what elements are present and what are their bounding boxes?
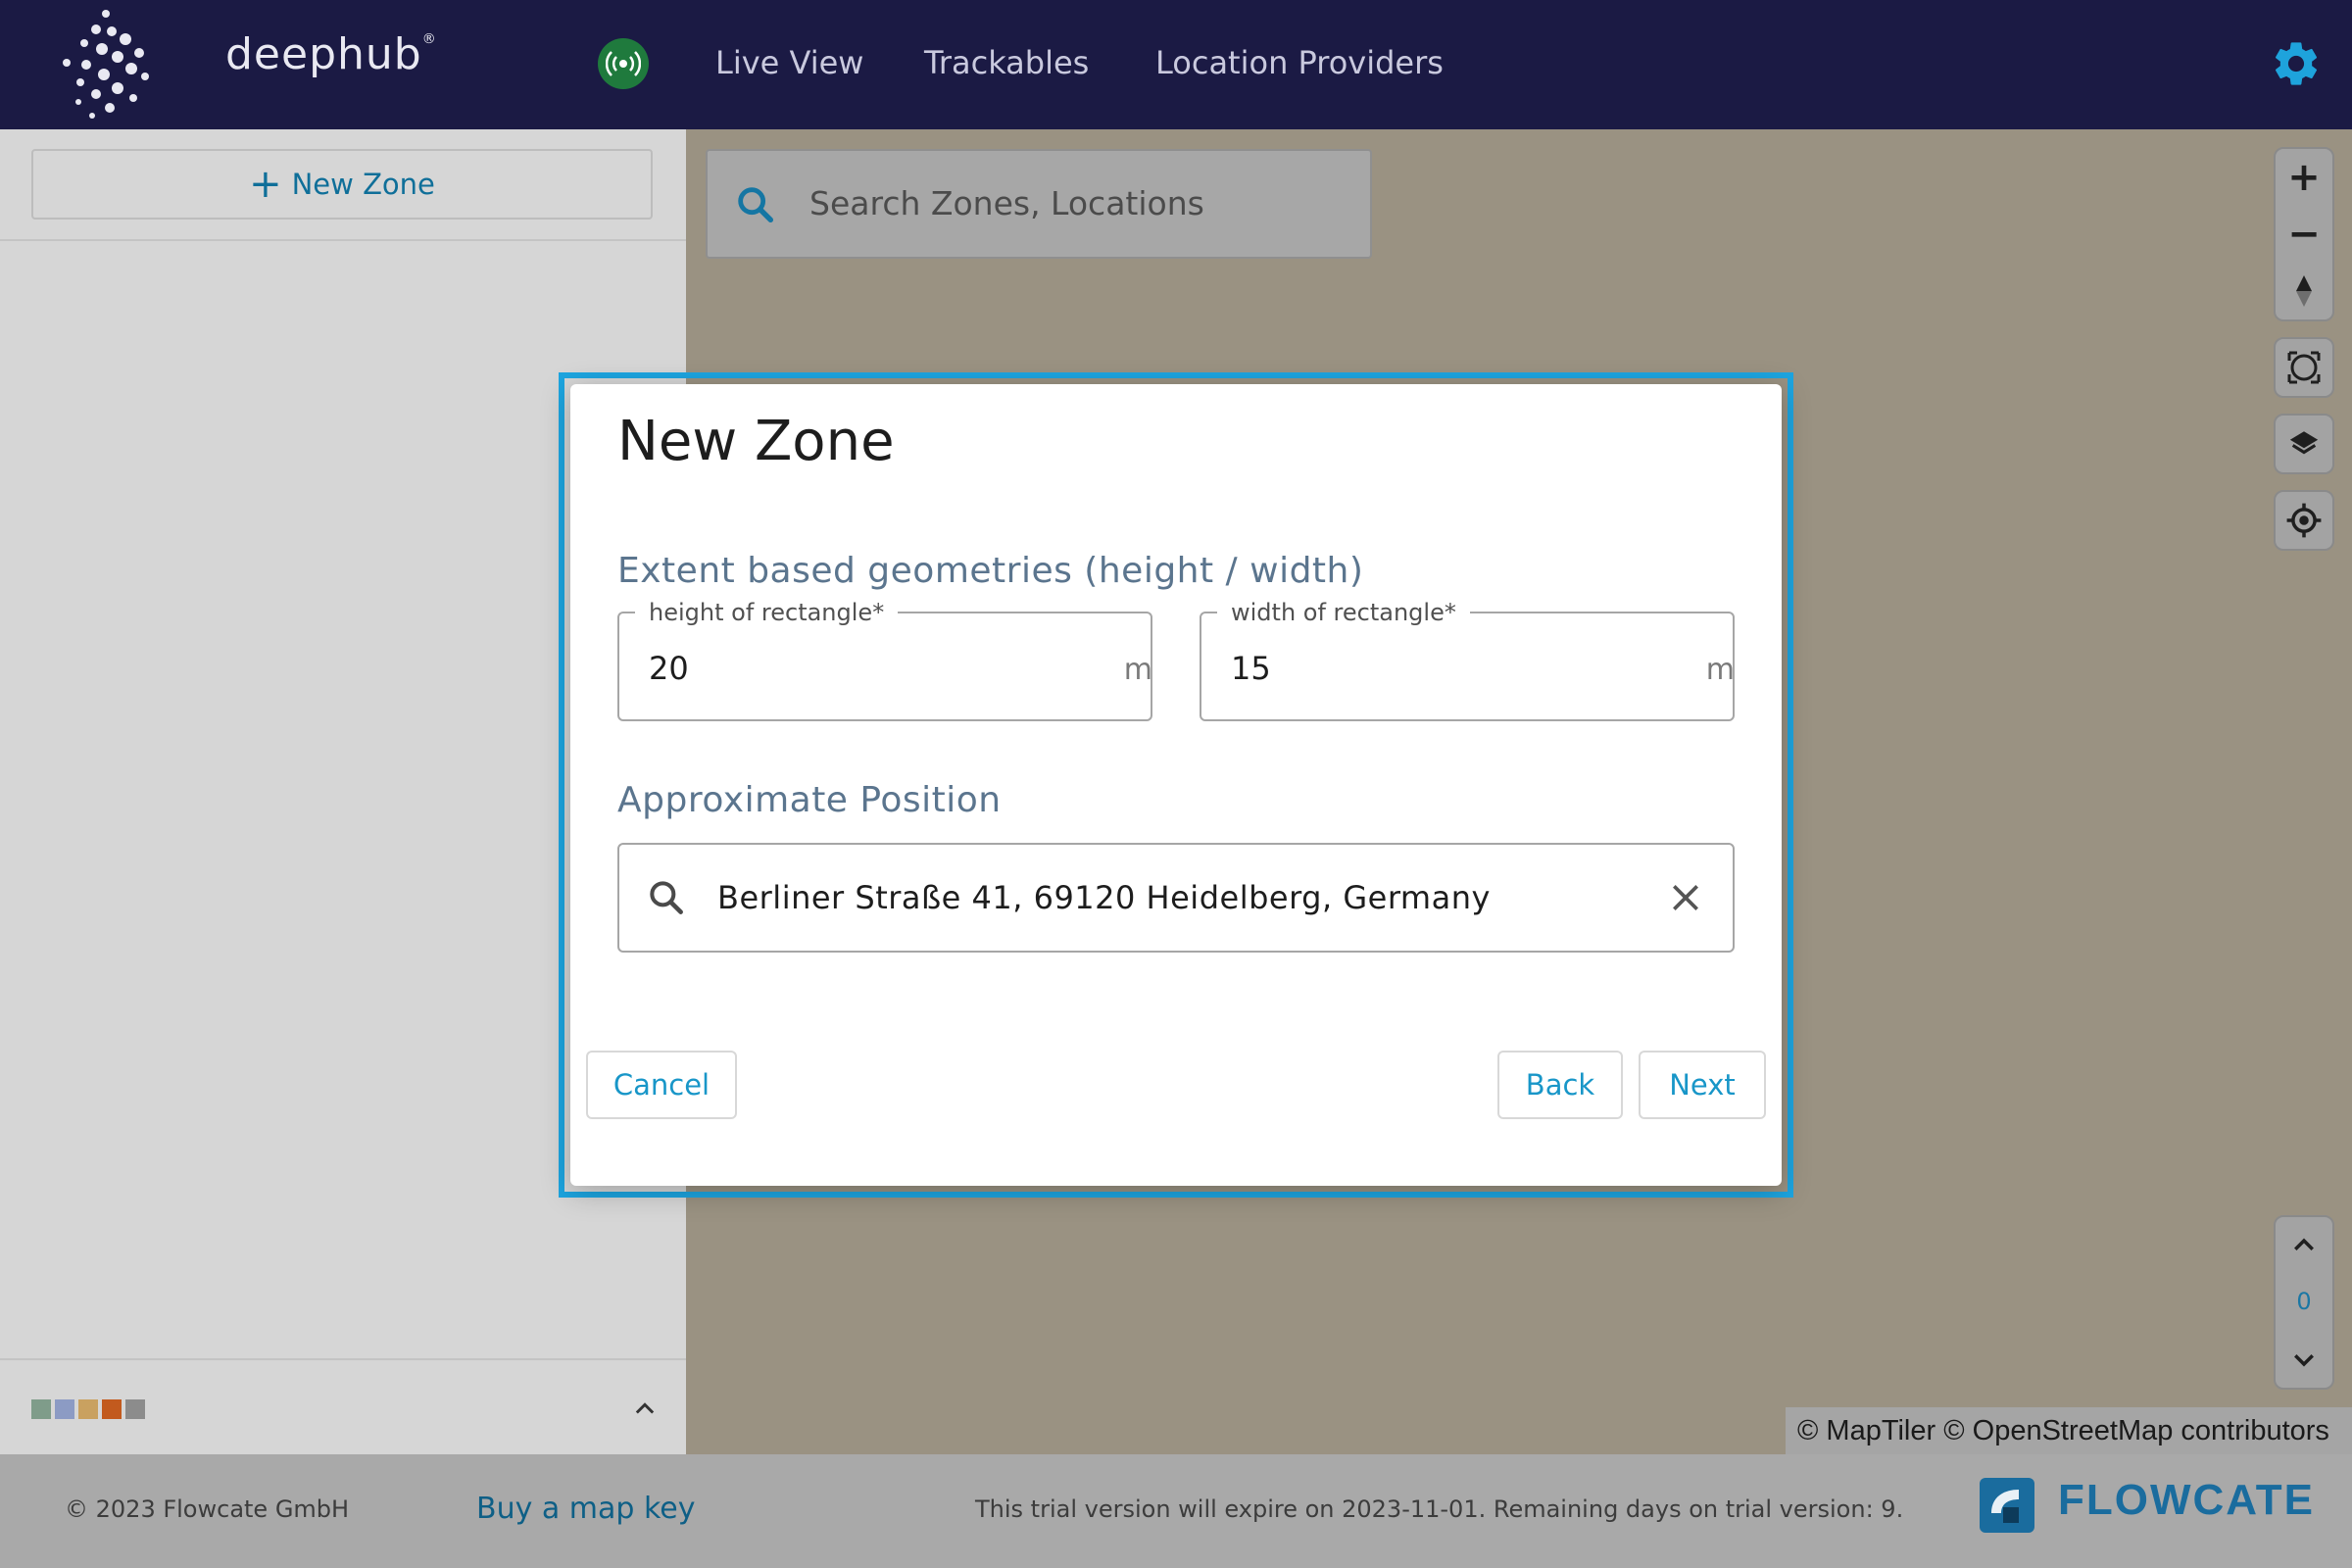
- broadcast-status-icon[interactable]: [598, 38, 649, 89]
- layers-icon: [2276, 416, 2332, 472]
- extent-section-label: Extent based geometries (height / width): [617, 551, 1364, 591]
- sidebar-bottom-divider: [0, 1358, 686, 1360]
- footer: © 2023 Flowcate GmbH Buy a map key This …: [0, 1454, 2352, 1568]
- width-field[interactable]: width of rectangle* 15 m: [1200, 598, 1735, 721]
- floor-selector: 0: [2274, 1215, 2334, 1390]
- height-value[interactable]: 20: [649, 649, 689, 688]
- next-button[interactable]: Next: [1639, 1051, 1766, 1119]
- color-swatch: [125, 1399, 145, 1419]
- buy-map-key-link[interactable]: Buy a map key: [476, 1492, 696, 1526]
- layers-button[interactable]: [2274, 414, 2334, 474]
- map-search-input[interactable]: Search Zones, Locations: [706, 149, 1372, 259]
- floor-down-chevron-icon[interactable]: [2289, 1345, 2319, 1374]
- dialog-title: New Zone: [617, 410, 895, 473]
- height-field-label: height of rectangle*: [635, 598, 899, 627]
- position-section-label: Approximate Position: [617, 780, 1002, 820]
- new-zone-dialog: New Zone Extent based geometries (height…: [570, 384, 1782, 1186]
- locate-button[interactable]: [2274, 490, 2334, 551]
- width-unit: m: [1705, 653, 1735, 687]
- nav-location-providers[interactable]: Location Providers: [1155, 41, 1444, 84]
- search-icon: [738, 187, 774, 223]
- top-nav-bar: deephub® Live View Trackables Location P…: [0, 0, 2352, 129]
- floor-level: 0: [2296, 1288, 2312, 1315]
- deephub-logo-mark-icon: [63, 10, 149, 119]
- new-zone-label: New Zone: [291, 168, 435, 201]
- map-attribution[interactable]: © MapTiler © OpenStreetMap contributors: [1786, 1407, 2352, 1454]
- plus-icon: +: [249, 162, 282, 207]
- sidebar-divider: [0, 239, 686, 241]
- logo-text: deephub®: [225, 29, 437, 79]
- color-swatch: [78, 1399, 98, 1419]
- flowcate-logo-icon: [1980, 1478, 2034, 1533]
- clear-icon[interactable]: [1666, 878, 1705, 917]
- height-field[interactable]: height of rectangle* 20 m: [617, 598, 1152, 721]
- chevron-up-icon[interactable]: [631, 1396, 659, 1423]
- cancel-button[interactable]: Cancel: [586, 1051, 737, 1119]
- locate-target-icon: [2276, 492, 2332, 549]
- fullscreen-icon: [2276, 339, 2332, 396]
- new-zone-button[interactable]: + New Zone: [31, 149, 653, 220]
- color-swatch: [31, 1399, 51, 1419]
- search-placeholder: Search Zones, Locations: [809, 184, 1204, 222]
- copyright-text: © 2023 Flowcate GmbH: [65, 1495, 350, 1523]
- zone-color-legend: [31, 1399, 145, 1419]
- width-value[interactable]: 15: [1231, 649, 1271, 688]
- zoom-in-button[interactable]: +: [2276, 149, 2332, 206]
- position-value[interactable]: Berliner Straße 41, 69120 Heidelberg, Ge…: [717, 878, 1491, 917]
- zoom-out-button[interactable]: −: [2276, 206, 2332, 263]
- trial-notice: This trial version will expire on 2023-1…: [975, 1495, 1904, 1523]
- back-button[interactable]: Back: [1497, 1051, 1623, 1119]
- zoom-controls: + −: [2274, 147, 2334, 321]
- deephub-logo[interactable]: deephub®: [57, 4, 436, 125]
- search-icon: [650, 881, 683, 914]
- height-unit: m: [1123, 653, 1152, 687]
- position-search-input[interactable]: Berliner Straße 41, 69120 Heidelberg, Ge…: [617, 843, 1735, 953]
- compass-north-icon[interactable]: [2276, 263, 2332, 319]
- floor-up-chevron-icon[interactable]: [2289, 1231, 2319, 1260]
- nav-live-view[interactable]: Live View: [715, 41, 863, 84]
- nav-trackables[interactable]: Trackables: [924, 41, 1089, 84]
- color-swatch: [102, 1399, 122, 1419]
- fit-bounds-button[interactable]: [2274, 337, 2334, 398]
- color-swatch: [55, 1399, 74, 1419]
- width-field-label: width of rectangle*: [1217, 598, 1470, 627]
- gear-icon[interactable]: [2270, 37, 2323, 90]
- flowcate-brand: FLOWCATE: [2058, 1476, 2316, 1524]
